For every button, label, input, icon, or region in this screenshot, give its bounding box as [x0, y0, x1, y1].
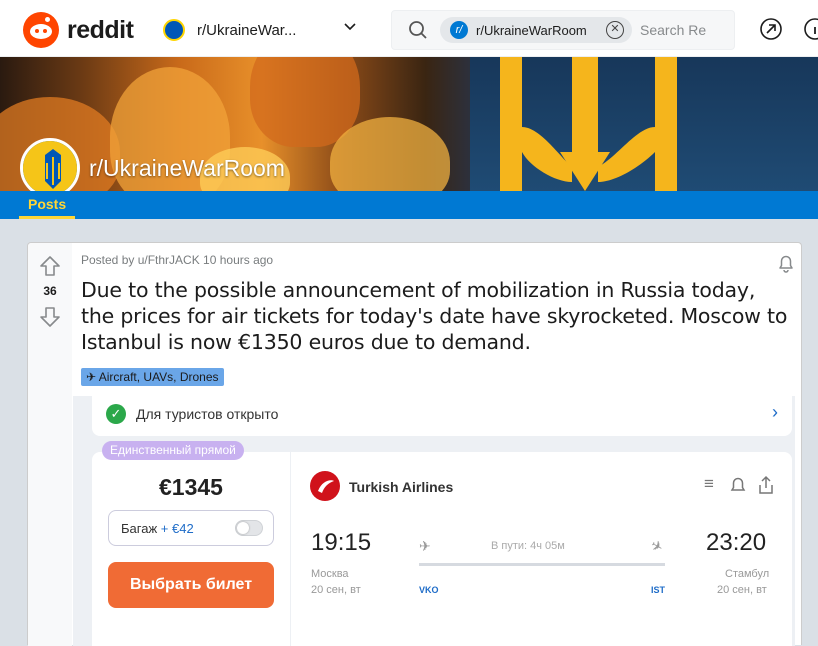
community-selector[interactable]: r/UkraineWar... [163, 17, 363, 43]
downvote-icon[interactable] [39, 306, 61, 328]
flight-panel: Turkish Airlines ≡ 19:15 23:20 ✈ В пути:… [291, 452, 792, 646]
check-icon: ✓ [106, 404, 126, 424]
subreddit-nav: Posts [0, 191, 818, 219]
search-input[interactable]: Search Reddit [640, 22, 706, 38]
departure-airport-code: VKO [419, 585, 439, 595]
departure-city: Москва [311, 568, 349, 580]
departure-time: 19:15 [311, 529, 372, 556]
trident-emblem [500, 57, 677, 191]
post-flair[interactable]: ✈ Aircraft, UAVs, Drones [81, 368, 224, 386]
post-image[interactable]: ✓ Для туристов открыто › Единственный пр… [73, 396, 795, 646]
tourist-banner: ✓ Для туристов открыто › [92, 396, 792, 436]
share-icon [759, 475, 773, 494]
post-meta: Posted by u/FthrJACK 10 hours ago [81, 253, 274, 267]
search-scope-label: r/UkraineWarRoom [476, 22, 587, 38]
post-card[interactable]: 36 Posted by u/FthrJACK 10 hours ago Due… [27, 242, 802, 646]
flight-duration: В пути: 4ч 05м [491, 540, 565, 552]
tab-posts[interactable]: Posts [19, 191, 76, 219]
trident-icon [23, 141, 77, 191]
subreddit-avatar[interactable] [20, 138, 80, 191]
reddit-logo[interactable]: reddit [23, 12, 134, 48]
bell-icon [730, 477, 746, 491]
search-bar[interactable]: r/ r/UkraineWarRoom ✕ Search Reddit [391, 10, 735, 50]
popular-arrow-icon[interactable] [759, 17, 783, 41]
departure-date: 20 сен, вт [311, 584, 361, 596]
arrival-airport-code: IST [651, 585, 666, 595]
plane-landing-icon: ✈ [648, 536, 667, 556]
arrival-time: 23:20 [706, 529, 767, 556]
top-header: reddit r/UkraineWar... r/ r/UkraineWarRo… [0, 0, 818, 57]
baggage-toggle [235, 520, 263, 536]
subreddit-icon: r/ [450, 21, 468, 39]
upvote-icon[interactable] [39, 255, 61, 277]
vote-score: 36 [43, 284, 57, 298]
community-avatar [163, 19, 185, 41]
snoo-icon [23, 12, 59, 48]
price-panel: Единственный прямой €1345 Багаж + €42 Вы… [92, 441, 290, 646]
info-icon[interactable] [803, 17, 818, 41]
bell-icon[interactable] [775, 252, 797, 274]
baggage-option: Багаж + €42 [108, 510, 274, 546]
arrival-date: 20 сен, вт [717, 584, 767, 596]
turkish-airlines-logo-icon [310, 471, 340, 501]
baggage-label: Багаж + €42 [121, 521, 194, 536]
arrival-city: Стамбул [725, 568, 770, 580]
add-to-list-icon: ≡ [704, 474, 714, 493]
airline-name: Turkish Airlines [349, 479, 454, 495]
post-title[interactable]: Due to the possible announcement of mobi… [81, 277, 793, 355]
route-line [419, 563, 665, 566]
chevron-right-icon: › [772, 402, 778, 422]
close-icon[interactable]: ✕ [606, 21, 624, 39]
search-scope-chip[interactable]: r/ r/UkraineWarRoom ✕ [440, 17, 632, 43]
community-selector-label: r/UkraineWar... [197, 21, 297, 39]
subreddit-banner: r/UkraineWarRoom [0, 57, 818, 191]
chevron-down-icon [344, 23, 356, 31]
vote-column: 36 [28, 243, 72, 646]
plane-takeoff-icon: ✈ [419, 538, 431, 554]
search-icon [409, 21, 427, 39]
buy-ticket-button: Выбрать билет [108, 562, 274, 608]
subreddit-title: r/UkraineWarRoom [89, 155, 285, 181]
ticket-price: €1345 [159, 474, 223, 500]
direct-badge: Единственный прямой [102, 441, 244, 460]
logo-text: reddit [67, 15, 134, 44]
tourist-text: Для туристов открыто [136, 406, 279, 422]
